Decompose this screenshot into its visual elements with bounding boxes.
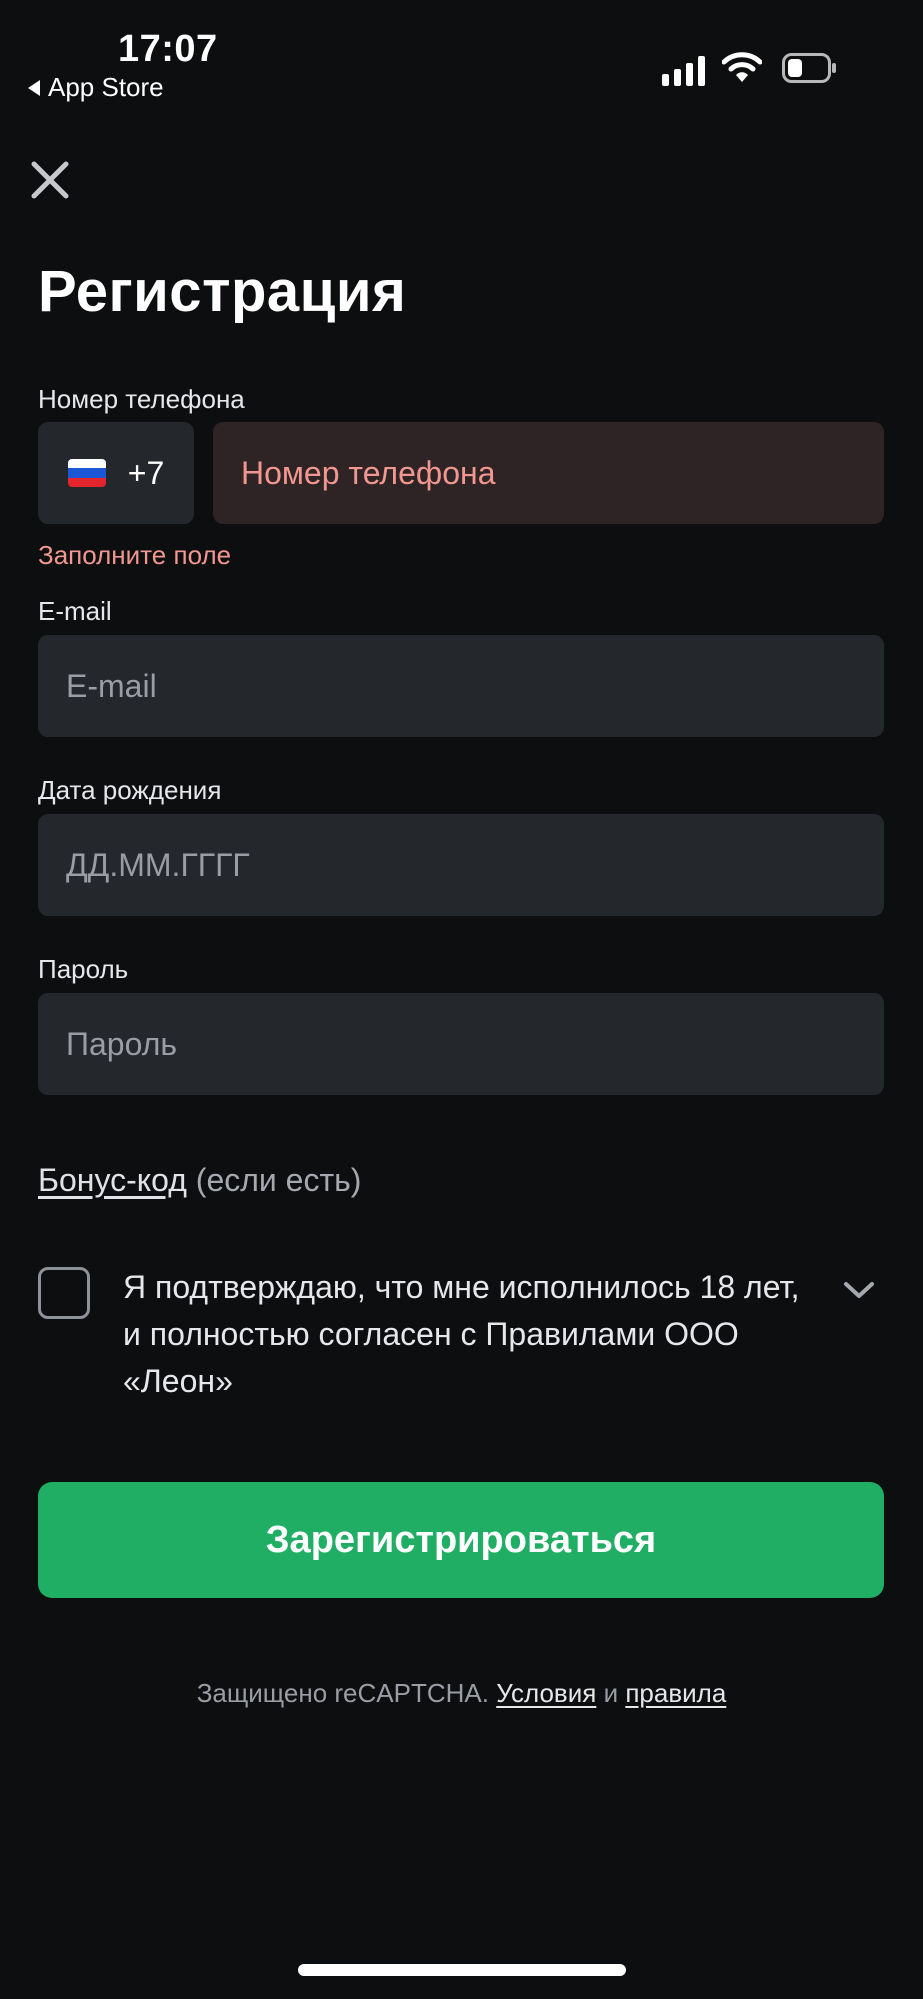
consent-checkbox[interactable] bbox=[38, 1267, 90, 1319]
consent-text: Я подтверждаю, что мне исполнилось 18 ле… bbox=[123, 1269, 800, 1399]
country-code: +7 bbox=[127, 454, 165, 491]
bonus-code-link[interactable]: Бонус-код bbox=[38, 1162, 187, 1198]
bonus-code-hint: (если есть) bbox=[195, 1162, 362, 1198]
birthdate-input[interactable]: ДД.ММ.ГГГГ bbox=[38, 814, 884, 916]
wifi-icon bbox=[722, 52, 762, 82]
email-label: E-mail bbox=[38, 596, 112, 626]
phone-input[interactable]: Номер телефона bbox=[213, 422, 884, 524]
bonus-code-row: Бонус-код (если есть) bbox=[38, 1162, 361, 1199]
russia-flag-icon bbox=[67, 459, 106, 487]
back-to-app-store[interactable]: App Store bbox=[28, 72, 164, 103]
phone-label: Номер телефона bbox=[38, 384, 245, 414]
recaptcha-notice: Защищено reCAPTCHA. Условия и правила bbox=[0, 1678, 923, 1709]
chevron-down-icon[interactable] bbox=[842, 1278, 876, 1302]
back-app-label: App Store bbox=[48, 72, 164, 102]
password-input[interactable]: Пароль bbox=[38, 993, 884, 1095]
phone-error: Заполните поле bbox=[38, 540, 232, 570]
password-label: Пароль bbox=[38, 954, 129, 984]
back-triangle-icon bbox=[28, 79, 40, 96]
battery-icon bbox=[782, 53, 836, 83]
home-indicator[interactable] bbox=[298, 1964, 626, 1976]
close-icon[interactable] bbox=[28, 158, 72, 202]
page-title: Регистрация bbox=[38, 259, 407, 324]
country-code-selector[interactable]: +7 bbox=[38, 422, 194, 524]
cellular-signal-icon bbox=[662, 54, 705, 86]
email-input[interactable]: E-mail bbox=[38, 635, 884, 737]
birthdate-label: Дата рождения bbox=[38, 775, 222, 805]
recaptcha-and: и bbox=[603, 1678, 619, 1708]
status-time: 17:07 bbox=[118, 28, 218, 70]
register-button[interactable]: Зарегистрироваться bbox=[38, 1482, 884, 1598]
recaptcha-prefix: Защищено reCAPTCHA. bbox=[196, 1678, 489, 1708]
rules-link[interactable]: правила bbox=[625, 1678, 726, 1708]
terms-link[interactable]: Условия bbox=[496, 1678, 596, 1708]
